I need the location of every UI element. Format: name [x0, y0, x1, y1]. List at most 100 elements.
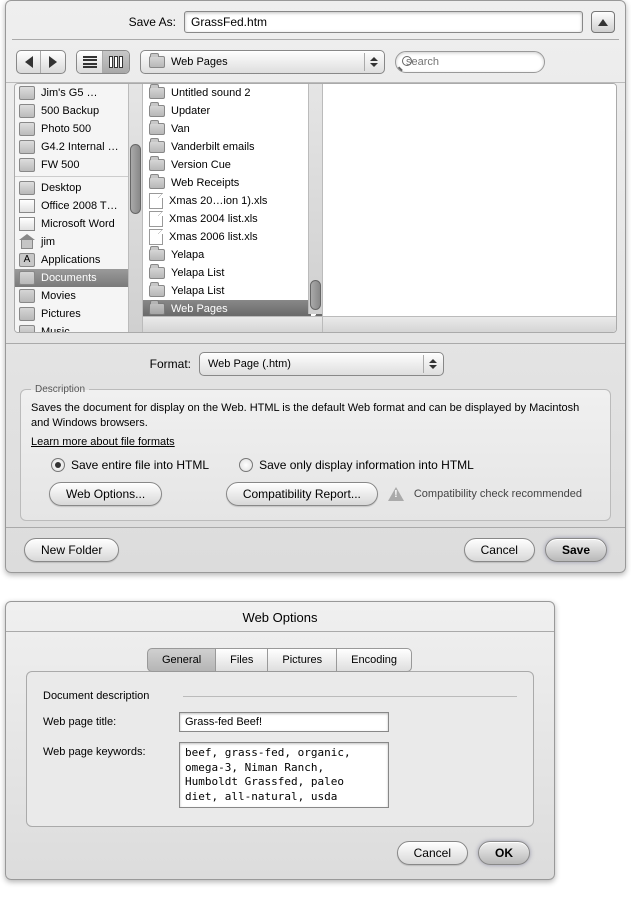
- file-column: Untitled sound 2 UpdaterVan Vanderbilt ema…: [143, 84, 323, 332]
- view-column-button[interactable]: [103, 51, 129, 73]
- sidebar-item-label: Jim's G5 …: [41, 87, 98, 99]
- scrollbar-thumb[interactable]: [130, 144, 141, 214]
- doc-icon: [19, 199, 35, 213]
- scrollbar-thumb[interactable]: [310, 280, 321, 310]
- document-icon: [149, 229, 163, 245]
- sidebar-item[interactable]: Microsoft Word: [15, 215, 142, 233]
- ok-button[interactable]: OK: [478, 841, 530, 865]
- sidebar-item[interactable]: Photo 500: [15, 120, 142, 138]
- sidebar-item-label: 500 Backup: [41, 105, 99, 117]
- sidebar-item[interactable]: Jim's G5 …: [15, 84, 142, 102]
- sidebar-item[interactable]: Music: [15, 323, 142, 332]
- tab-panel-general: Document description Web page title: Web…: [26, 671, 534, 827]
- sidebar-scrollbar[interactable]: [128, 84, 142, 332]
- save-as-dialog: Save As: Web Pages Jim's G5 … 500 Backup P…: [5, 0, 626, 573]
- file-row[interactable]: Yelapa List: [143, 264, 322, 282]
- file-row[interactable]: Web Receipts: [143, 174, 322, 192]
- sidebar-item[interactable]: AApplications: [15, 251, 142, 269]
- horizontal-scrollbar[interactable]: [323, 316, 616, 332]
- doc-icon: [19, 217, 35, 231]
- web-page-keywords-input[interactable]: [179, 742, 389, 808]
- folder-icon: [19, 325, 35, 332]
- filename-input[interactable]: [184, 11, 583, 33]
- view-list-button[interactable]: [77, 51, 103, 73]
- cancel-button[interactable]: Cancel: [397, 841, 468, 865]
- compatibility-report-button[interactable]: Compatibility Report...: [226, 482, 378, 506]
- web-page-title-label: Web page title:: [43, 712, 171, 728]
- file-row[interactable]: Version Cue: [143, 156, 322, 174]
- nav-back-button[interactable]: [17, 51, 41, 73]
- radio-save-entire[interactable]: Save entire file into HTML: [51, 458, 209, 472]
- sidebar-item[interactable]: Pictures: [15, 305, 142, 323]
- folder-icon: [19, 307, 35, 321]
- column-scrollbar[interactable]: [308, 84, 322, 314]
- file-browser: Jim's G5 … 500 Backup Photo 500 G4.2 Intern…: [14, 83, 617, 333]
- fieldset-label: Document description: [43, 690, 517, 702]
- web-page-title-input[interactable]: [179, 712, 389, 732]
- file-label: Vanderbilt emails: [171, 141, 255, 153]
- chevron-up-icon: [429, 359, 437, 363]
- sidebar-item[interactable]: G4.2 Internal …: [15, 138, 142, 156]
- radio-label: Save only display information into HTML: [259, 458, 474, 472]
- save-as-label: Save As:: [16, 15, 176, 29]
- file-label: Yelapa List: [171, 285, 224, 297]
- radio-icon: [51, 458, 65, 472]
- file-row[interactable]: Van: [143, 120, 322, 138]
- column-view-icon: [109, 56, 123, 68]
- search-input[interactable]: [406, 56, 548, 68]
- triangle-right-icon: [49, 56, 57, 68]
- sidebar-item[interactable]: Desktop: [15, 179, 142, 197]
- horizontal-scrollbar[interactable]: [143, 316, 322, 332]
- tab-files[interactable]: Files: [215, 648, 268, 672]
- web-options-button[interactable]: Web Options...: [49, 482, 162, 506]
- folder-icon: [149, 123, 165, 135]
- sidebar-item-label: Documents: [41, 272, 97, 284]
- sidebar-item-label: Pictures: [41, 308, 81, 320]
- file-row[interactable]: Yelapa List: [143, 282, 322, 300]
- document-icon: [149, 193, 163, 209]
- collapse-toggle-button[interactable]: [591, 11, 615, 33]
- tab-pictures[interactable]: Pictures: [267, 648, 337, 672]
- sidebar-item[interactable]: Office 2008 T…: [15, 197, 142, 215]
- tab-general[interactable]: General: [147, 648, 216, 672]
- cancel-button[interactable]: Cancel: [464, 538, 535, 562]
- new-folder-button[interactable]: New Folder: [24, 538, 119, 562]
- file-row[interactable]: Xmas 2006 list.xls: [143, 228, 322, 246]
- description-heading: Description: [31, 384, 89, 395]
- file-row[interactable]: Untitled sound 2: [143, 84, 322, 102]
- file-row[interactable]: Updater: [143, 102, 322, 120]
- format-popup[interactable]: Web Page (.htm): [199, 352, 444, 376]
- sidebar-item[interactable]: FW 500: [15, 156, 142, 174]
- sidebar-item-label: Applications: [41, 254, 100, 266]
- folder-icon: [149, 159, 165, 171]
- folder-icon: [149, 105, 165, 117]
- file-row[interactable]: Yelapa: [143, 246, 322, 264]
- folder-icon: [149, 141, 165, 153]
- sidebar-item[interactable]: Documents: [15, 269, 142, 287]
- learn-more-link[interactable]: Learn more about file formats: [31, 436, 175, 448]
- chevron-down-icon: [429, 365, 437, 369]
- folder-icon: [149, 177, 165, 189]
- file-label: Untitled sound 2: [171, 87, 251, 99]
- sidebar-item-label: Photo 500: [41, 123, 91, 135]
- location-popup[interactable]: Web Pages: [140, 50, 385, 74]
- sidebar-item-label: jim: [41, 236, 55, 248]
- file-row[interactable]: Vanderbilt emails: [143, 138, 322, 156]
- folder-icon: [19, 271, 35, 285]
- house-icon: [19, 235, 35, 249]
- sidebar-item[interactable]: 500 Backup: [15, 102, 142, 120]
- radio-save-display-only[interactable]: Save only display information into HTML: [239, 458, 474, 472]
- save-button[interactable]: Save: [545, 538, 607, 562]
- location-popup-label: Web Pages: [171, 56, 228, 68]
- nav-forward-button[interactable]: [41, 51, 65, 73]
- format-label: Format:: [16, 357, 191, 371]
- web-page-keywords-label: Web page keywords:: [43, 742, 171, 758]
- sidebar-item-label: FW 500: [41, 159, 80, 171]
- tab-encoding[interactable]: Encoding: [336, 648, 412, 672]
- file-row[interactable]: Xmas 2004 list.xls: [143, 210, 322, 228]
- sidebar-item[interactable]: Movies: [15, 287, 142, 305]
- sidebar-item[interactable]: jim: [15, 233, 142, 251]
- search-field[interactable]: [395, 51, 545, 73]
- sidebar-item-label: G4.2 Internal …: [41, 141, 119, 153]
- file-row[interactable]: Xmas 20…ion 1).xls: [143, 192, 322, 210]
